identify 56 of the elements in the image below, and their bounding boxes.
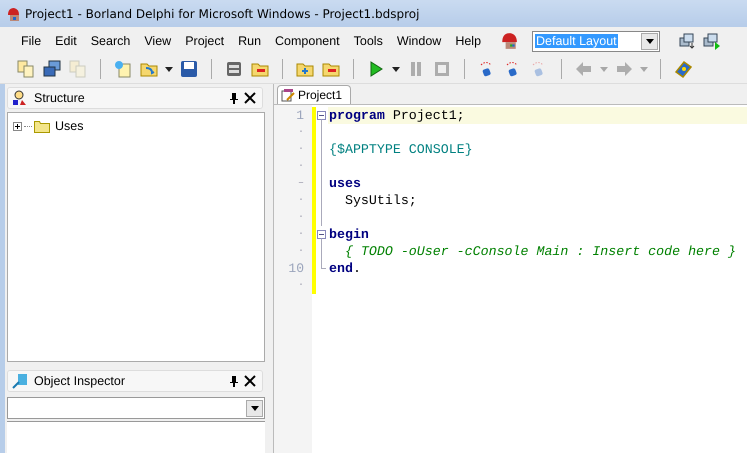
tree-item[interactable]: Uses: [55, 119, 84, 133]
close-icon[interactable]: [244, 92, 256, 104]
fold-line: [321, 243, 322, 260]
editor-tab[interactable]: Project1: [277, 85, 352, 104]
line-number: ·: [296, 144, 305, 155]
line-number: ·: [296, 280, 305, 291]
line-number: 10: [287, 261, 305, 276]
menu-item[interactable]: Run: [231, 34, 268, 48]
menu-item[interactable]: Project: [178, 34, 232, 48]
code-line: { TODO -oUser -cConsole Main : Insert code here }: [344, 244, 736, 259]
expand-icon[interactable]: [13, 122, 22, 130]
menu-item[interactable]: Window: [390, 34, 448, 48]
menu-item[interactable]: Search: [84, 34, 138, 48]
code-line: uses: [329, 176, 361, 191]
code-line: SysUtils;: [344, 193, 417, 208]
panel-title: Structure: [34, 91, 86, 105]
code-editor[interactable]: 1 program Project1; · · {$APPTYPE CONSOLE} · – uses · SysUtils; · · begin · { TODO -oUser -cConsole Main : Insert code here } 10 end. ·: [274, 105, 747, 453]
object-dropdown[interactable]: [7, 397, 265, 419]
menu-item[interactable]: Component: [268, 34, 347, 48]
dropdown-caret-icon[interactable]: [165, 66, 173, 72]
line-number: ·: [296, 195, 305, 206]
windows-icon[interactable]: [679, 32, 698, 50]
menu-item[interactable]: File: [14, 34, 48, 48]
pin-icon[interactable]: [230, 376, 238, 386]
code-line: end.: [329, 261, 361, 276]
menu-item[interactable]: Edit: [48, 34, 84, 48]
code-line: {$APPTYPE CONSOLE}: [329, 142, 473, 157]
windows-play-icon[interactable]: [703, 32, 722, 50]
inspector-icon: [12, 373, 28, 389]
caret-icon: [250, 406, 258, 410]
menu-item[interactable]: View: [137, 34, 178, 48]
fold-end-line: [321, 260, 326, 269]
panel-title: Object Inspector: [34, 374, 126, 388]
dropdown-caret-icon[interactable]: [392, 66, 400, 72]
line-number: ·: [296, 229, 305, 240]
menu-item[interactable]: Help: [448, 34, 488, 48]
code-line: program Project1;: [329, 108, 465, 123]
caret-icon: [646, 38, 654, 44]
line-number: –: [296, 178, 305, 189]
window-title: Project1 - Borland Delphi for Microsoft Windows - Project1.bdsproj: [25, 6, 420, 20]
line-number: ·: [296, 161, 305, 172]
line-number: 1: [295, 108, 305, 123]
line-number: ·: [296, 127, 305, 138]
line-number: ·: [296, 246, 305, 257]
help-book-icon[interactable]: [674, 60, 692, 78]
pin-icon[interactable]: [230, 92, 238, 104]
windows-icon[interactable]: [43, 60, 61, 78]
menu-item[interactable]: Tools: [346, 34, 390, 48]
stack-icon[interactable]: [225, 60, 243, 78]
line-number: ·: [296, 212, 305, 223]
pages-icon[interactable]: [17, 60, 35, 78]
file-edit-icon: [281, 88, 295, 102]
folder-icon: [34, 120, 50, 132]
new-file-icon[interactable]: [114, 60, 132, 78]
close-icon[interactable]: [244, 375, 256, 387]
code-line: begin: [329, 227, 369, 242]
